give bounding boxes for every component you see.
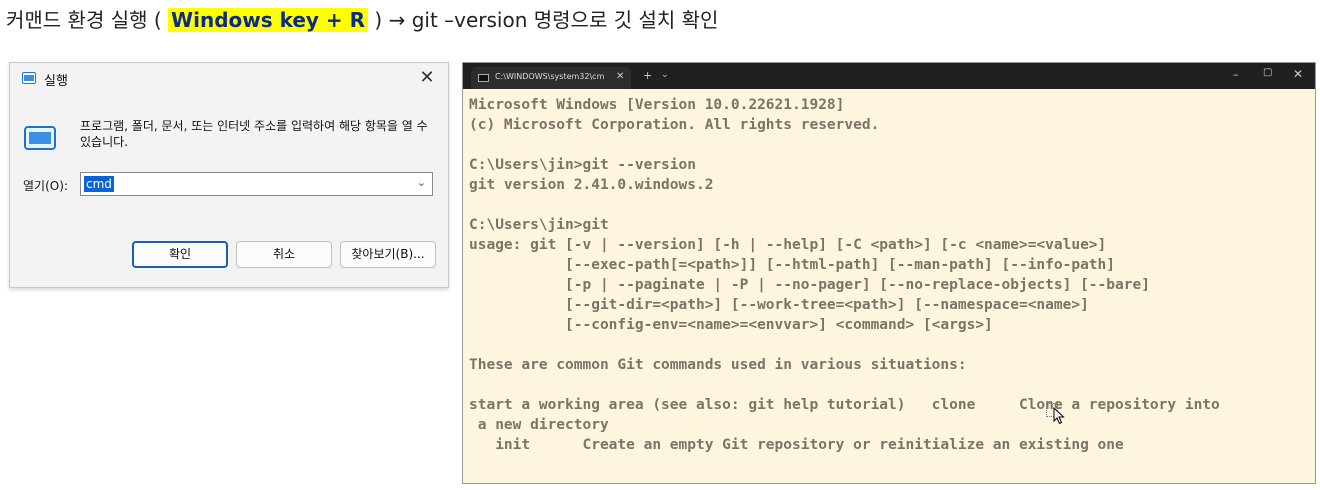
cmd-icon (478, 74, 489, 82)
chevron-down-icon[interactable]: ⌄ (661, 70, 669, 80)
terminal-line: [--config-env=<name>=<envvar>] <command>… (469, 317, 993, 333)
close-icon[interactable]: ✕ (416, 67, 438, 89)
terminal-line: start a working area (see also: git help… (469, 397, 1220, 413)
terminal-line: init Create an empty Git repository or r… (469, 437, 1124, 453)
terminal-line: [--git-dir=<path>] [--work-tree=<path>] … (469, 297, 1089, 313)
terminal-line: Microsoft Windows [Version 10.0.22621.19… (469, 97, 845, 113)
browse-button[interactable]: 찾아보기(B)... (340, 241, 436, 268)
ok-button[interactable]: 확인 (132, 241, 228, 268)
terminal-line: (c) Microsoft Corporation. All rights re… (469, 117, 880, 133)
open-label: 열기(O): (23, 179, 68, 193)
new-tab-button[interactable]: + (643, 69, 652, 82)
run-titlebar: 실행 ✕ (10, 63, 448, 95)
terminal-output[interactable]: Microsoft Windows [Version 10.0.22621.19… (469, 95, 1309, 455)
run-dialog: 실행 ✕ 프로그램, 폴더, 문서, 또는 인터넷 주소를 입력하여 해당 항목… (9, 62, 449, 288)
mouse-pointer-icon (1053, 407, 1065, 425)
run-description: 프로그램, 폴더, 문서, 또는 인터넷 주소를 입력하여 해당 항목을 열 수… (80, 119, 428, 149)
open-input-value[interactable]: cmd (84, 176, 114, 192)
terminal-window: C:\WINDOWS\system32\cm ✕ + ⌄ – ▢ ✕ Micro… (462, 62, 1316, 484)
heading-suffix: ) → git –version 명령으로 깃 설치 확인 (368, 8, 719, 32)
cancel-button[interactable]: 취소 (236, 241, 332, 268)
chevron-down-icon[interactable]: ⌄ (417, 176, 426, 189)
terminal-line: C:\Users\jin>git (469, 217, 609, 233)
terminal-line: These are common Git commands used in va… (469, 357, 967, 373)
terminal-tab-title: C:\WINDOWS\system32\cm (495, 72, 605, 81)
close-button[interactable]: ✕ (1293, 67, 1303, 81)
terminal-line: [--exec-path[=<path>]] [--html-path] [--… (469, 257, 1116, 273)
tab-close-icon[interactable]: ✕ (616, 71, 624, 82)
run-window-icon (22, 72, 36, 84)
heading-prefix: 커맨드 환경 실행 ( (6, 8, 169, 32)
terminal-line: [-p | --paginate | -P | --no-pager] [--n… (469, 277, 1150, 293)
terminal-tab[interactable]: C:\WINDOWS\system32\cm ✕ (471, 67, 631, 89)
open-input[interactable]: cmd ⌄ (80, 172, 433, 196)
terminal-line: a new directory (469, 417, 609, 433)
run-title: 실행 (44, 74, 68, 89)
terminal-titlebar: C:\WINDOWS\system32\cm ✕ + ⌄ – ▢ ✕ (463, 63, 1315, 89)
terminal-line: C:\Users\jin>git --version (469, 157, 696, 173)
minimize-button[interactable]: – (1233, 68, 1239, 81)
run-window-icon (24, 126, 56, 150)
terminal-line: git version 2.41.0.windows.2 (469, 177, 714, 193)
maximize-button[interactable]: ▢ (1263, 67, 1272, 78)
heading-highlight: Windows key + R (168, 8, 369, 32)
terminal-line: usage: git [-v | --version] [-h | --help… (469, 237, 1107, 253)
page-heading: 커맨드 환경 실행 ( Windows key + R ) → git –ver… (6, 4, 718, 33)
